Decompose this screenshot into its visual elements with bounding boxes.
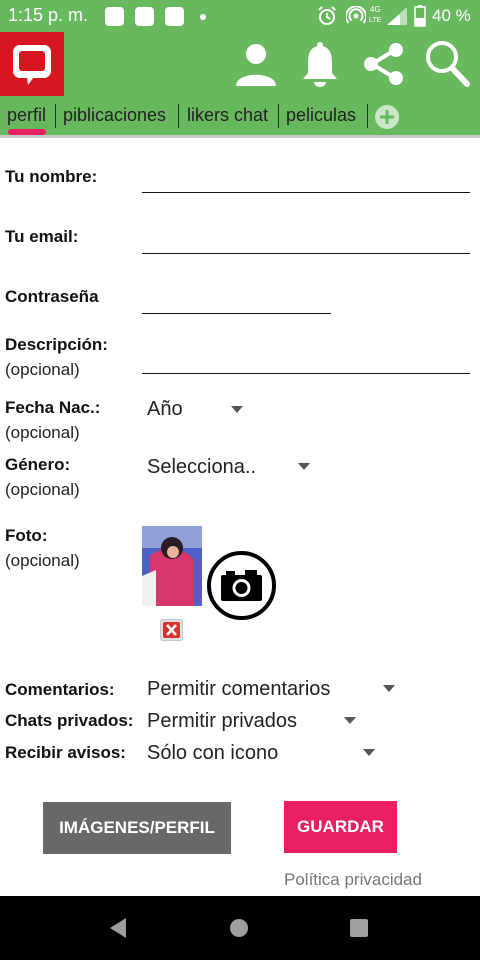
password-label: Contraseña (5, 287, 99, 306)
home-icon[interactable] (229, 918, 249, 938)
photo-label: Foto: (5, 526, 48, 545)
svg-text:LTE: LTE (369, 17, 382, 24)
back-icon[interactable] (106, 916, 130, 940)
search-icon[interactable] (423, 38, 473, 90)
svg-text:4G: 4G (370, 5, 381, 14)
notices-label: Recibir avisos: (5, 743, 126, 762)
hotspot-icon (346, 6, 366, 24)
share-icon[interactable] (360, 40, 408, 88)
bell-icon[interactable] (298, 40, 342, 88)
camera-button[interactable] (207, 551, 276, 620)
password-input[interactable] (142, 313, 331, 314)
name-input[interactable] (142, 192, 470, 193)
tab-peliculas[interactable]: peliculas (286, 105, 356, 126)
comments-label: Comentarios: (5, 680, 115, 699)
gender-optional-label: (opcional) (5, 480, 80, 499)
gender-label: Género: (5, 455, 71, 474)
tab-bar: perfil piblicaciones likers chat pelicul… (0, 96, 480, 138)
email-label: Tu email: (5, 227, 79, 246)
add-tab-icon[interactable] (374, 104, 400, 130)
tab-piblicaciones[interactable]: piblicaciones (63, 105, 166, 126)
save-button[interactable]: GUARDAR (284, 801, 397, 853)
4g-lte-icon: 4G LTE (369, 5, 382, 24)
privacy-policy-link[interactable]: Política privacidad (284, 870, 422, 890)
active-tab-indicator (8, 129, 46, 135)
app-logo[interactable] (0, 32, 64, 96)
comments-select-value: Permitir comentarios (147, 678, 331, 700)
camera-icon (221, 570, 262, 601)
delete-photo-icon[interactable] (160, 619, 183, 641)
description-label: Descripción: (5, 335, 108, 354)
profile-icon[interactable] (233, 40, 279, 88)
notification-icon (135, 7, 154, 26)
tab-separator (178, 104, 179, 128)
private-chats-label: Chats privados: (5, 711, 134, 730)
notification-icon (105, 7, 124, 26)
birthdate-optional-label: (opcional) (5, 423, 80, 442)
description-input[interactable] (142, 373, 470, 374)
tab-separator (278, 104, 279, 128)
photo-optional-label: (opcional) (5, 551, 80, 570)
description-optional-label: (opcional) (5, 360, 80, 379)
notices-select-value: Sólo con icono (147, 742, 279, 764)
tab-separator (55, 104, 56, 128)
email-input[interactable] (142, 253, 470, 254)
gender-select-value: Selecciona.. (147, 456, 256, 478)
images-profile-button[interactable]: IMÁGENES/PERFIL (43, 802, 231, 854)
chevron-down-icon (298, 463, 310, 470)
profile-photo-image (142, 526, 202, 606)
tab-perfil[interactable]: perfil (7, 105, 46, 126)
tab-separator (367, 104, 368, 128)
signal-icon (387, 7, 407, 25)
birthdate-select-value: Año (147, 398, 183, 420)
chevron-down-icon (231, 406, 243, 413)
tab-likers-chat[interactable]: likers chat (187, 105, 268, 126)
battery-percent: 40 % (432, 6, 471, 25)
status-time: 1:15 p. m. (8, 5, 89, 25)
chevron-down-icon (383, 685, 395, 692)
birthdate-label: Fecha Nac.: (5, 398, 101, 417)
battery-icon (414, 5, 426, 27)
dot-icon (200, 14, 206, 20)
profile-photo-thumbnail[interactable] (142, 526, 202, 606)
name-label: Tu nombre: (5, 167, 98, 186)
recents-icon[interactable] (349, 918, 369, 938)
screen: 1:15 p. m. 4G LTE 40 % perfil piblicacio… (0, 0, 480, 960)
chat-bubble-icon (13, 45, 51, 85)
status-bar: 1:15 p. m. 4G LTE 40 % (0, 0, 480, 32)
alarm-icon (318, 6, 336, 25)
notification-icon (165, 7, 184, 26)
chevron-down-icon (344, 717, 356, 724)
navigation-bar (0, 896, 480, 960)
private-chats-select-value: Permitir privados (147, 710, 298, 732)
app-bar (0, 32, 480, 96)
chevron-down-icon (363, 749, 375, 756)
